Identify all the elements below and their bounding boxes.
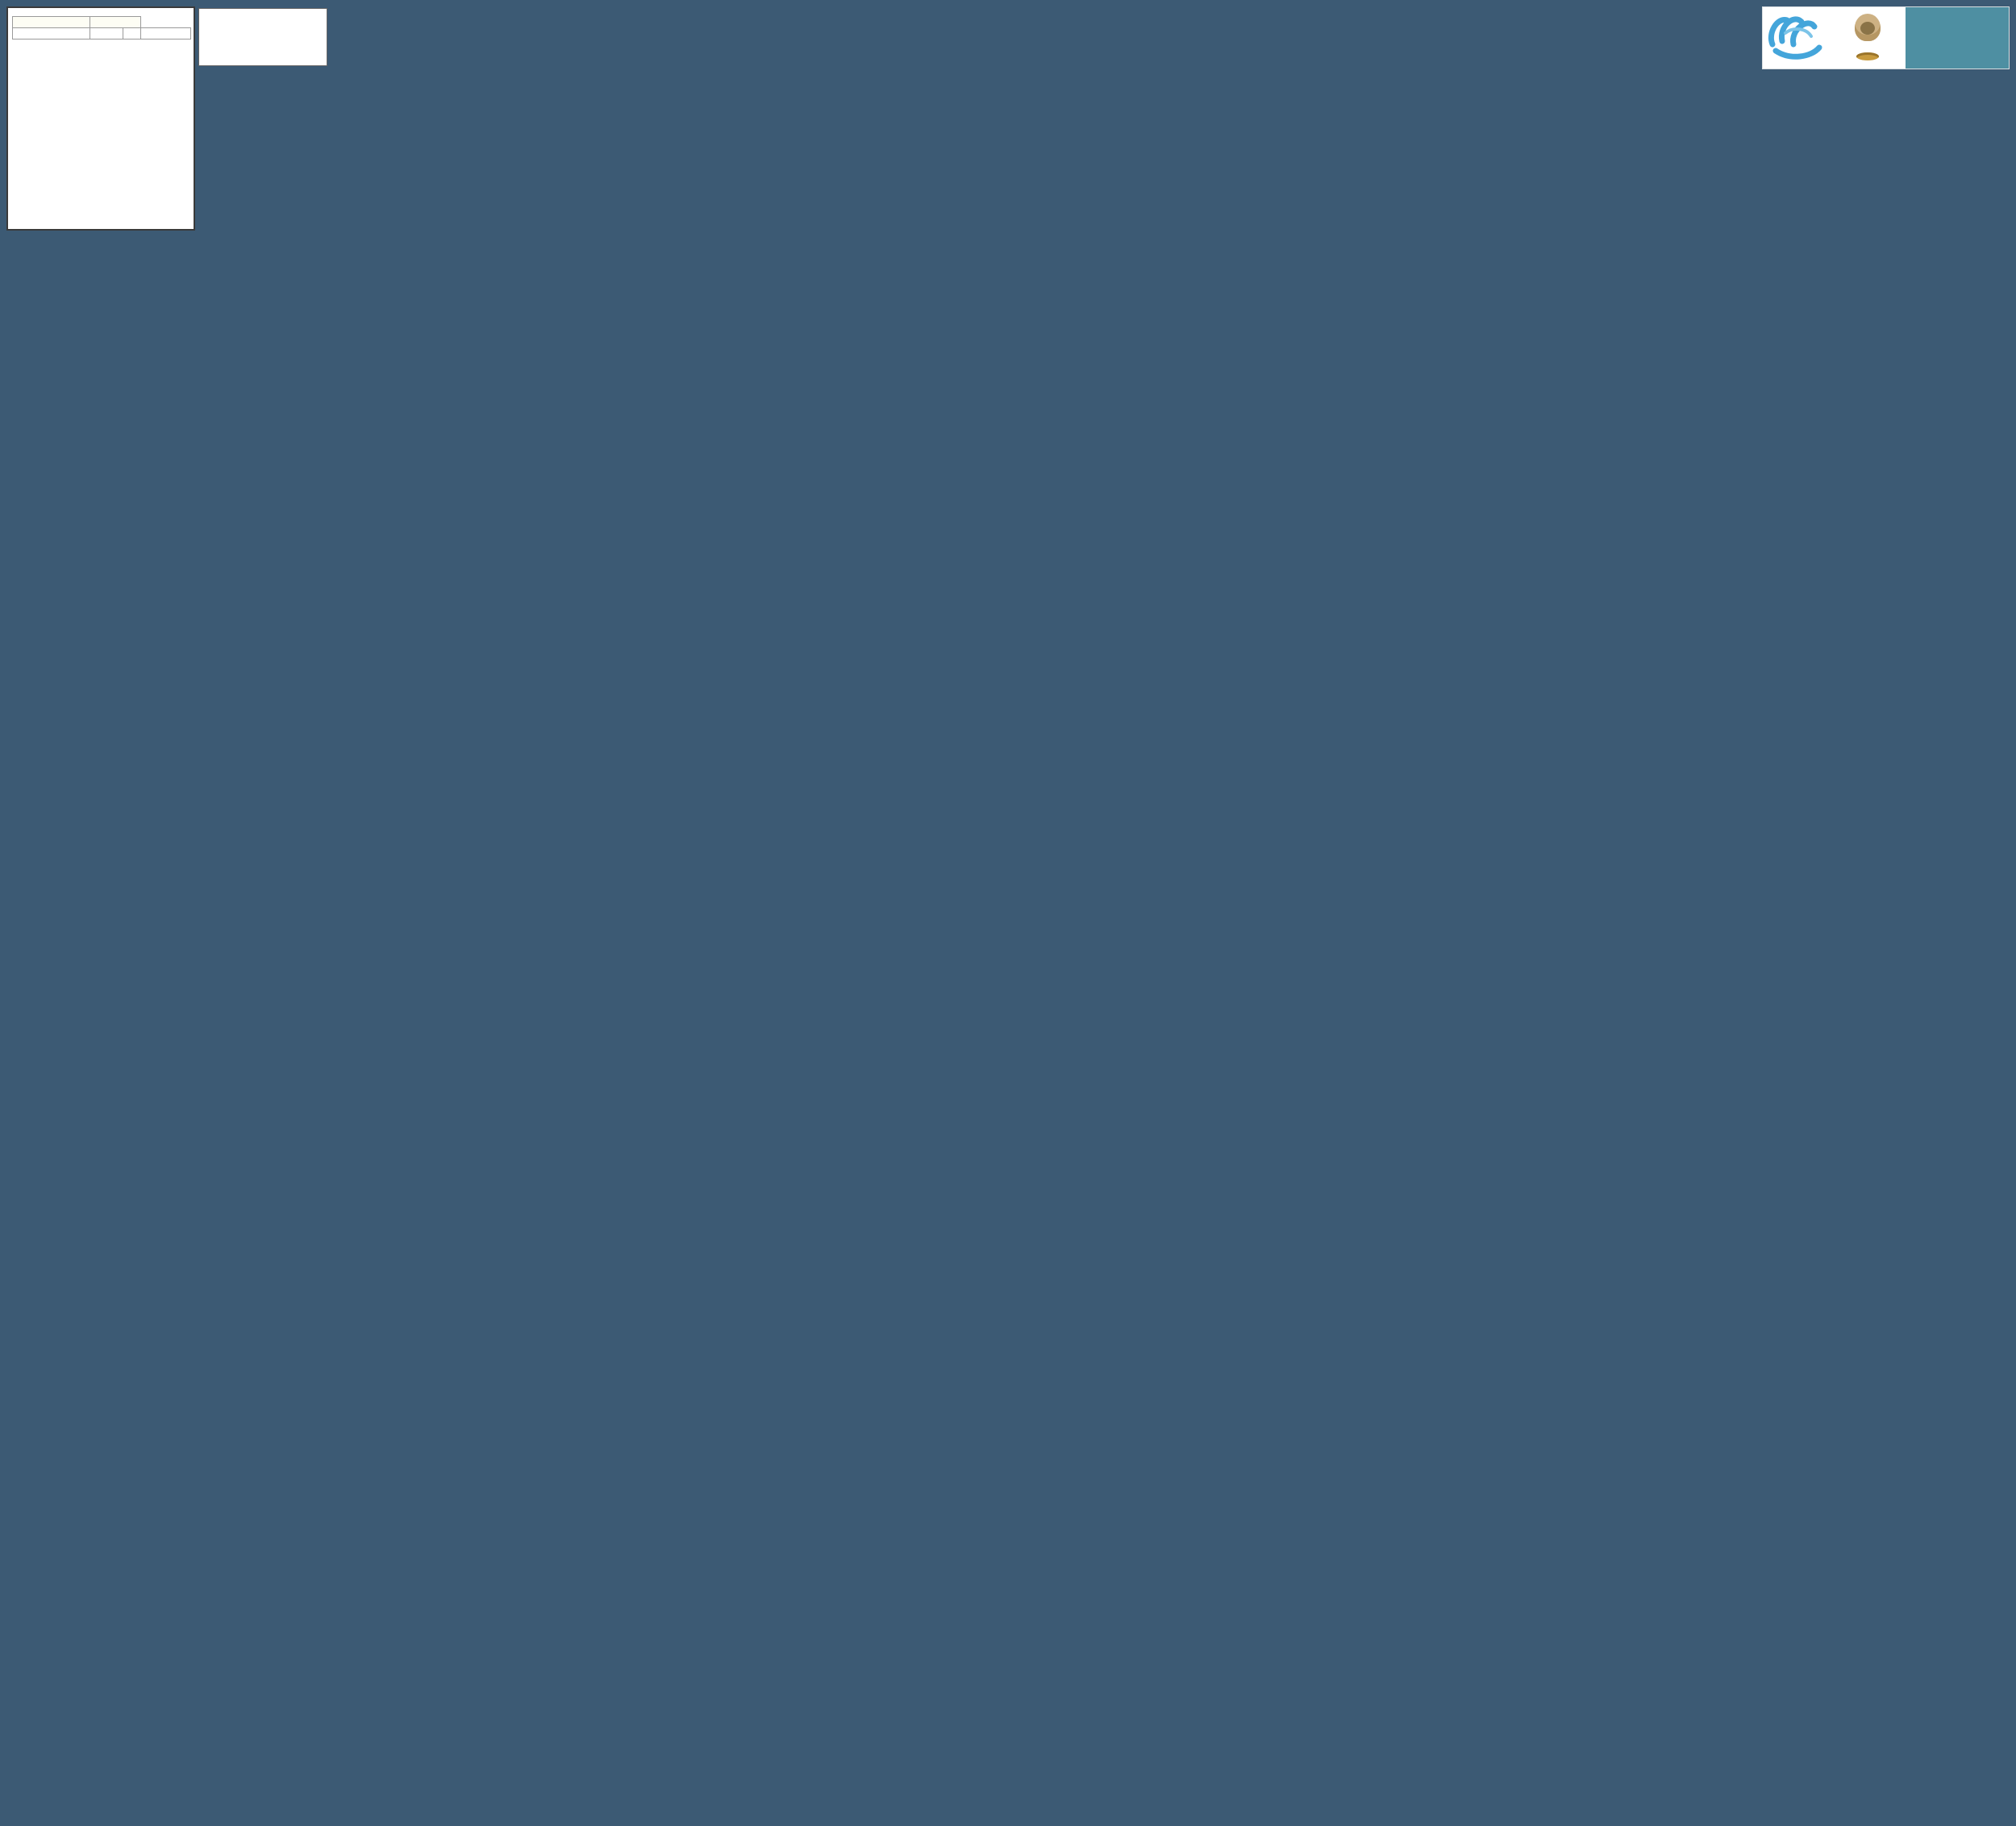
army-table: [12, 16, 191, 40]
col-header-v: [123, 28, 140, 40]
site-banner: [1762, 6, 2010, 69]
adventure-info-panel: [6, 6, 195, 231]
col-header-eh-rest: [90, 28, 123, 40]
monkey-mascot-icon: [1850, 12, 1885, 60]
clan-logo-graffiti: [1766, 9, 1847, 65]
army-total-label: [13, 17, 90, 28]
army-total-value: [90, 17, 140, 28]
map-canvas: [0, 0, 2016, 1826]
map-guide-stage: [0, 0, 2016, 1826]
water-background: [0, 0, 2016, 1826]
army-table-header-row: [13, 28, 191, 40]
loot-panel: [198, 8, 327, 66]
army-table-title-row: [13, 17, 191, 28]
col-header-need: [140, 28, 190, 40]
